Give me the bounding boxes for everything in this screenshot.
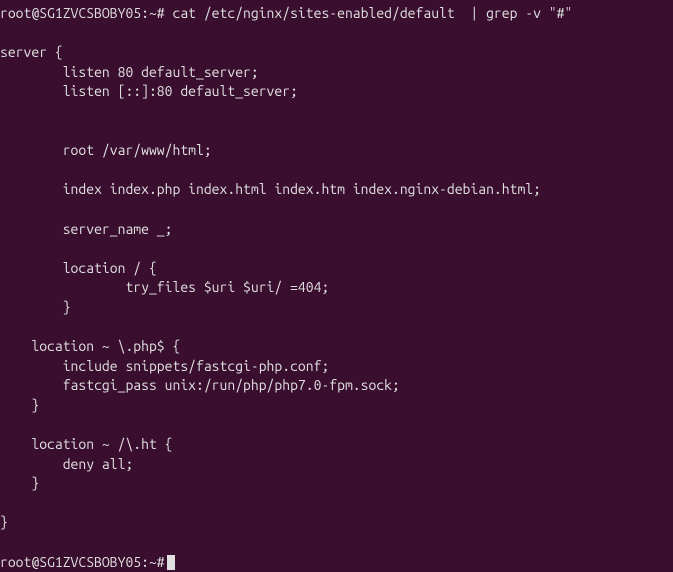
output-line: } bbox=[0, 299, 71, 315]
shell-prompt: root@SG1ZVCSBOBY05:~# bbox=[0, 4, 165, 24]
output-line: fastcgi_pass unix:/run/php/php7.0-fpm.so… bbox=[0, 377, 400, 393]
shell-prompt: root@SG1ZVCSBOBY05:~# bbox=[0, 553, 165, 572]
output-line: } bbox=[0, 514, 8, 530]
output-line: } bbox=[0, 475, 39, 491]
output-line: try_files $uri $uri/ =404; bbox=[0, 279, 329, 295]
output-line: index index.php index.html index.htm ind… bbox=[0, 181, 541, 197]
cursor-icon bbox=[167, 555, 175, 570]
output-line: listen [::]:80 default_server; bbox=[0, 83, 298, 99]
output-line: root /var/www/html; bbox=[0, 142, 212, 158]
output-line: } bbox=[0, 397, 39, 413]
command-text: cat /etc/nginx/sites-enabled/default | g… bbox=[165, 4, 573, 24]
output-line: location ~ \.php$ { bbox=[0, 338, 180, 354]
output-line: location ~ /\.ht { bbox=[0, 436, 172, 452]
output-line: server { bbox=[0, 44, 63, 60]
command-line-2[interactable]: root@SG1ZVCSBOBY05:~# bbox=[0, 553, 673, 572]
output-line: server_name _; bbox=[0, 221, 172, 237]
output-line: include snippets/fastcgi-php.conf; bbox=[0, 358, 329, 374]
terminal-window[interactable]: root@SG1ZVCSBOBY05:~# cat /etc/nginx/sit… bbox=[0, 4, 673, 572]
output-line: location / { bbox=[0, 260, 157, 276]
command-line-1: root@SG1ZVCSBOBY05:~# cat /etc/nginx/sit… bbox=[0, 4, 673, 24]
output-line: listen 80 default_server; bbox=[0, 64, 259, 80]
output-line: deny all; bbox=[0, 456, 133, 472]
